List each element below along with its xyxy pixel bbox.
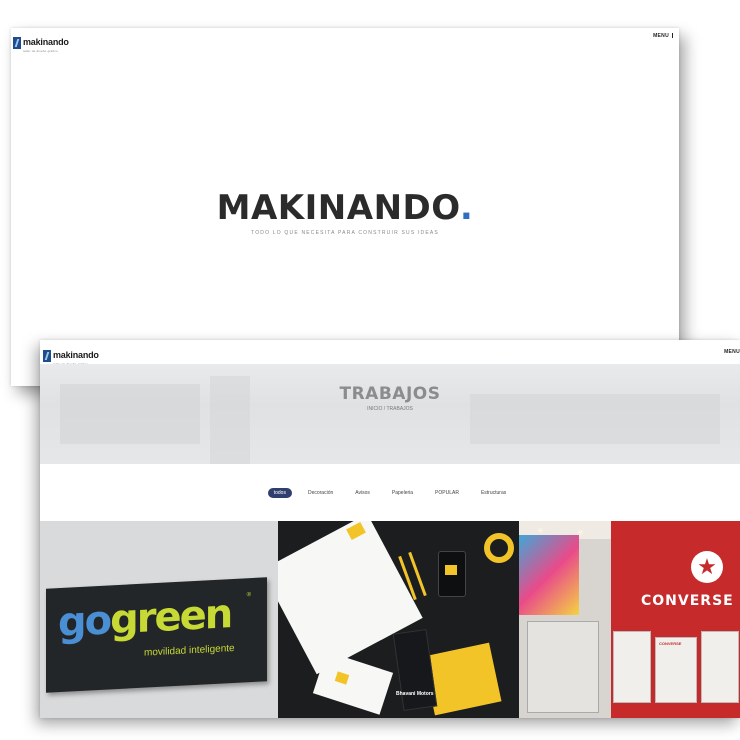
logo-text: makinando (53, 350, 99, 360)
hero-title: MAKINANDO. (11, 188, 679, 228)
tape-roll (484, 533, 514, 563)
sign-tagline: movilidad inteligente (144, 642, 235, 659)
filter-popular[interactable]: POPULAR (429, 488, 465, 498)
ceiling-light (539, 529, 542, 532)
filter-estructuras[interactable]: Estructuras (475, 488, 512, 498)
sign-brand: gogreen (58, 591, 231, 646)
logo-k-icon (13, 36, 21, 49)
filter-decoracion[interactable]: Decoración (302, 488, 339, 498)
display-shelf (701, 631, 739, 703)
shelf-label: CONVERSE (659, 641, 682, 646)
sign-registered-mark: ® (246, 592, 251, 599)
wall-brand: CONVERSE (641, 593, 734, 609)
portfolio-item-gogreen[interactable]: gogreen ® movilidad inteligente (40, 521, 278, 718)
menu-button[interactable]: MENU (724, 349, 740, 355)
display-shelf (613, 631, 651, 703)
page-title: TRABAJOS (339, 384, 441, 404)
hero-title-dot: . (459, 188, 474, 228)
hero-title-text: MAKINANDO (216, 188, 460, 228)
portfolio-item-stationery[interactable]: Bhavani Motors (278, 521, 519, 718)
card-brand: Bhavani Motors (396, 691, 434, 697)
portfolio-filters: todos Decoración Avisos Papeleria POPULA… (40, 488, 740, 498)
business-card (312, 651, 394, 715)
ceiling-light (579, 531, 582, 534)
site-logo[interactable]: makinando taller de diseño grafico (13, 32, 69, 53)
sign-brand-green: green (110, 591, 232, 644)
page-banner: TRABAJOS INICIO / TRABAJOS (40, 364, 740, 464)
menu-label: MENU (653, 33, 669, 39)
works-screenshot: makinando taller de diseño grafico MENU … (40, 340, 740, 718)
menu-button[interactable]: MENU (653, 33, 675, 39)
display-rack (527, 621, 599, 713)
star-logo-icon: ★ (691, 551, 723, 583)
portfolio-item-converse-store[interactable]: ★ CONVERSE CONVERSE (519, 521, 740, 718)
menu-icon (672, 33, 675, 39)
graffiti-wall (519, 535, 579, 615)
home-screenshot: makinando taller de diseño grafico MENU … (11, 28, 679, 386)
sign-brand-go: go (58, 597, 111, 647)
filter-todos[interactable]: todos (267, 488, 292, 498)
header-bar: makinando taller de diseño grafico MENU (40, 340, 740, 366)
site-logo[interactable]: makinando taller de diseño grafico (43, 345, 99, 366)
filter-avisos[interactable]: Avisos (349, 488, 376, 498)
dark-card (392, 629, 438, 711)
phone-logo (445, 565, 457, 575)
logo-subtitle: taller de diseño grafico (23, 49, 58, 53)
hero-subtitle: TODO LO QUE NECESITA PARA CONSTRUIR SUS … (251, 230, 439, 236)
logo-text: makinando (23, 37, 69, 47)
logo-k-icon (43, 349, 51, 362)
display-shelf (655, 637, 697, 703)
filter-papeleria[interactable]: Papeleria (386, 488, 419, 498)
gogreen-sign: gogreen ® movilidad inteligente (46, 577, 267, 693)
portfolio-gallery: gogreen ® movilidad inteligente Bhavani … (40, 521, 740, 718)
breadcrumb[interactable]: INICIO / TRABAJOS (40, 406, 740, 412)
